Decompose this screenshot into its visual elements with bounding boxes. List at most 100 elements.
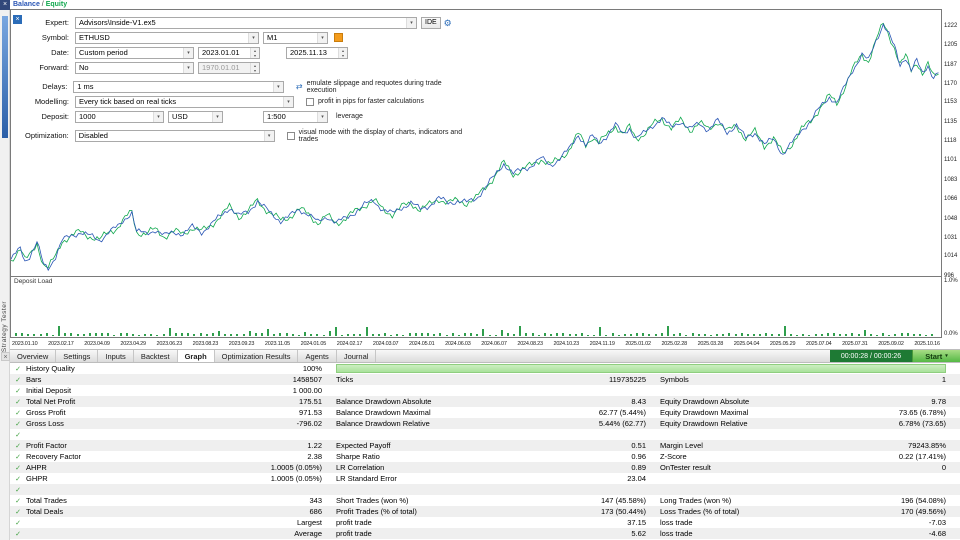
spinner-icon[interactable]: ▴▾ bbox=[250, 48, 259, 58]
deposit-load-bar bbox=[359, 334, 361, 336]
start-button[interactable]: Start ▾ bbox=[912, 350, 960, 362]
tester-settings-panel: × Expert: Advisors\Inside-V1.ex5 ▾ IDE ⚙… bbox=[13, 13, 467, 148]
deposit-load-bar bbox=[77, 334, 79, 336]
delays-select[interactable]: 1 ms ▾ bbox=[73, 81, 284, 93]
x-axis-label: 2025.05.29 bbox=[770, 341, 796, 347]
chevron-down-icon[interactable]: ▾ bbox=[248, 33, 258, 43]
x-axis-label: 2024.02.17 bbox=[337, 341, 363, 347]
optimization-select[interactable]: Disabled ▾ bbox=[75, 130, 275, 142]
modelling-select[interactable]: Every tick based on real ticks ▾ bbox=[75, 96, 294, 108]
deposit-load-bar bbox=[667, 326, 669, 336]
leverage-select[interactable]: 1:500 ▾ bbox=[263, 111, 328, 123]
deposit-load-bar bbox=[833, 333, 835, 336]
history-quality-progress-bar bbox=[336, 364, 946, 373]
chevron-down-icon[interactable]: ▾ bbox=[183, 48, 193, 58]
deposit-load-bar bbox=[236, 334, 238, 336]
stat-label: Short Trades (won %) bbox=[322, 496, 526, 505]
deposit-load-bar bbox=[894, 334, 896, 336]
deposit-load-bar bbox=[821, 334, 823, 336]
optimization-row: Optimization: Disabled ▾ visual mode wit… bbox=[25, 129, 467, 142]
tab-optimization-results[interactable]: Optimization Results bbox=[215, 350, 299, 362]
chevron-down-icon[interactable]: ▾ bbox=[317, 112, 327, 122]
deposit-load-bar bbox=[433, 334, 435, 336]
deposit-load-bar bbox=[292, 334, 294, 336]
settings-close-icon[interactable]: × bbox=[13, 15, 22, 24]
chevron-down-icon[interactable]: ▾ bbox=[273, 82, 283, 92]
deposit-load-bar bbox=[390, 335, 392, 336]
deposit-load-bar bbox=[40, 334, 42, 336]
tab-journal[interactable]: Journal bbox=[337, 350, 377, 362]
deposit-load-bar bbox=[193, 334, 195, 336]
chevron-down-icon[interactable]: ▾ bbox=[212, 112, 222, 122]
date-mode-select[interactable]: Custom period ▾ bbox=[75, 47, 194, 59]
optimization-note: visual mode with the display of charts, … bbox=[299, 129, 467, 143]
strategy-tester-window: × Strategy Tester × Balance / Equity × E… bbox=[0, 0, 960, 540]
tab-agents[interactable]: Agents bbox=[298, 350, 336, 362]
expert-value: Advisors\Inside-V1.ex5 bbox=[79, 18, 406, 27]
profit-in-pips-checkbox[interactable] bbox=[306, 98, 314, 106]
deposit-load-bar bbox=[206, 334, 208, 336]
stat-value: 173 (50.44%) bbox=[526, 507, 646, 516]
deposit-load-bar bbox=[544, 333, 546, 336]
expert-select[interactable]: Advisors\Inside-V1.ex5 ▾ bbox=[75, 17, 417, 29]
y-axis-label: 1083 bbox=[944, 177, 957, 183]
stat-value: 0 bbox=[856, 463, 960, 472]
x-axis-label: 2025.07.31 bbox=[842, 341, 868, 347]
ide-button[interactable]: IDE bbox=[421, 17, 441, 29]
chevron-down-icon[interactable]: ▾ bbox=[317, 33, 327, 43]
deposit-load-bar bbox=[70, 333, 72, 336]
deposit-load-bar bbox=[341, 335, 343, 337]
period-select[interactable]: M1 ▾ bbox=[263, 32, 328, 44]
close-icon[interactable]: × bbox=[0, 0, 10, 10]
visual-mode-checkbox[interactable] bbox=[287, 132, 295, 140]
deposit-load-bar bbox=[747, 334, 749, 336]
deposit-load-bar bbox=[163, 334, 165, 336]
deposit-load-bar bbox=[144, 334, 146, 336]
deposit-load-bar bbox=[599, 327, 601, 336]
chevron-down-icon[interactable]: ▾ bbox=[183, 63, 193, 73]
stat-value: -4.68 bbox=[856, 529, 960, 538]
chevron-down-icon[interactable]: ▾ bbox=[283, 97, 293, 107]
tab-graph[interactable]: Graph bbox=[178, 350, 215, 362]
date-from-input[interactable]: 2023.01.01 ▴▾ bbox=[198, 47, 260, 59]
chart-legend: Balance / Equity bbox=[13, 1, 67, 8]
deposit-load-bar bbox=[27, 334, 29, 336]
tab-overview[interactable]: Overview bbox=[10, 350, 56, 362]
leverage-note: leverage bbox=[336, 113, 363, 120]
currency-select[interactable]: USD ▾ bbox=[168, 111, 223, 123]
deposit-input[interactable]: 1000 ▾ bbox=[75, 111, 164, 123]
tab-settings[interactable]: Settings bbox=[56, 350, 98, 362]
check-icon: ✓ bbox=[10, 409, 26, 417]
chevron-down-icon[interactable]: ▾ bbox=[264, 131, 274, 141]
panel-close-icon[interactable]: × bbox=[1, 352, 10, 361]
date-to-input[interactable]: 2025.11.13 ▴▾ bbox=[286, 47, 348, 59]
start-caret-icon[interactable]: ▾ bbox=[945, 353, 948, 359]
stat-label: History Quality bbox=[26, 364, 186, 373]
tab-inputs[interactable]: Inputs bbox=[98, 350, 133, 362]
tab-backtest[interactable]: Backtest bbox=[134, 350, 178, 362]
stats-row-history-quality: ✓History Quality100% bbox=[10, 363, 960, 374]
forward-select[interactable]: No ▾ bbox=[75, 62, 194, 74]
deposit-load-bar bbox=[458, 335, 460, 337]
deposit-load-bar bbox=[827, 333, 829, 336]
stat-value: 0.89 bbox=[526, 463, 646, 472]
chart-x-axis: 2023.01.102023.02.172023.04.092023.04.29… bbox=[10, 338, 960, 349]
test-time-display: 00:00:28 / 00:00:26 bbox=[830, 350, 912, 362]
symbol-select[interactable]: ETHUSD ▾ bbox=[75, 32, 259, 44]
chevron-down-icon[interactable]: ▾ bbox=[153, 112, 163, 122]
check-icon: ✓ bbox=[10, 420, 26, 428]
balance-equity-chart[interactable]: × Expert: Advisors\Inside-V1.ex5 ▾ IDE ⚙… bbox=[10, 9, 942, 277]
expert-settings-gear-icon[interactable]: ⚙ bbox=[444, 17, 452, 29]
deposit-load-bar bbox=[784, 326, 786, 336]
deposit-load-bar bbox=[648, 334, 650, 336]
chevron-down-icon[interactable]: ▾ bbox=[406, 18, 416, 28]
stat-value: 0.22 (17.41%) bbox=[856, 452, 960, 461]
stat-value: 686 bbox=[186, 507, 322, 516]
spinner-icon[interactable]: ▴▾ bbox=[338, 48, 347, 58]
deposit-load-bar bbox=[489, 335, 491, 336]
y-axis-label: 1187 bbox=[944, 62, 957, 68]
deposit-load-bar bbox=[421, 333, 423, 336]
sidebar-accent-bar bbox=[2, 16, 8, 138]
open-chart-icon[interactable] bbox=[334, 33, 343, 42]
modelling-label: Modelling: bbox=[25, 97, 69, 106]
